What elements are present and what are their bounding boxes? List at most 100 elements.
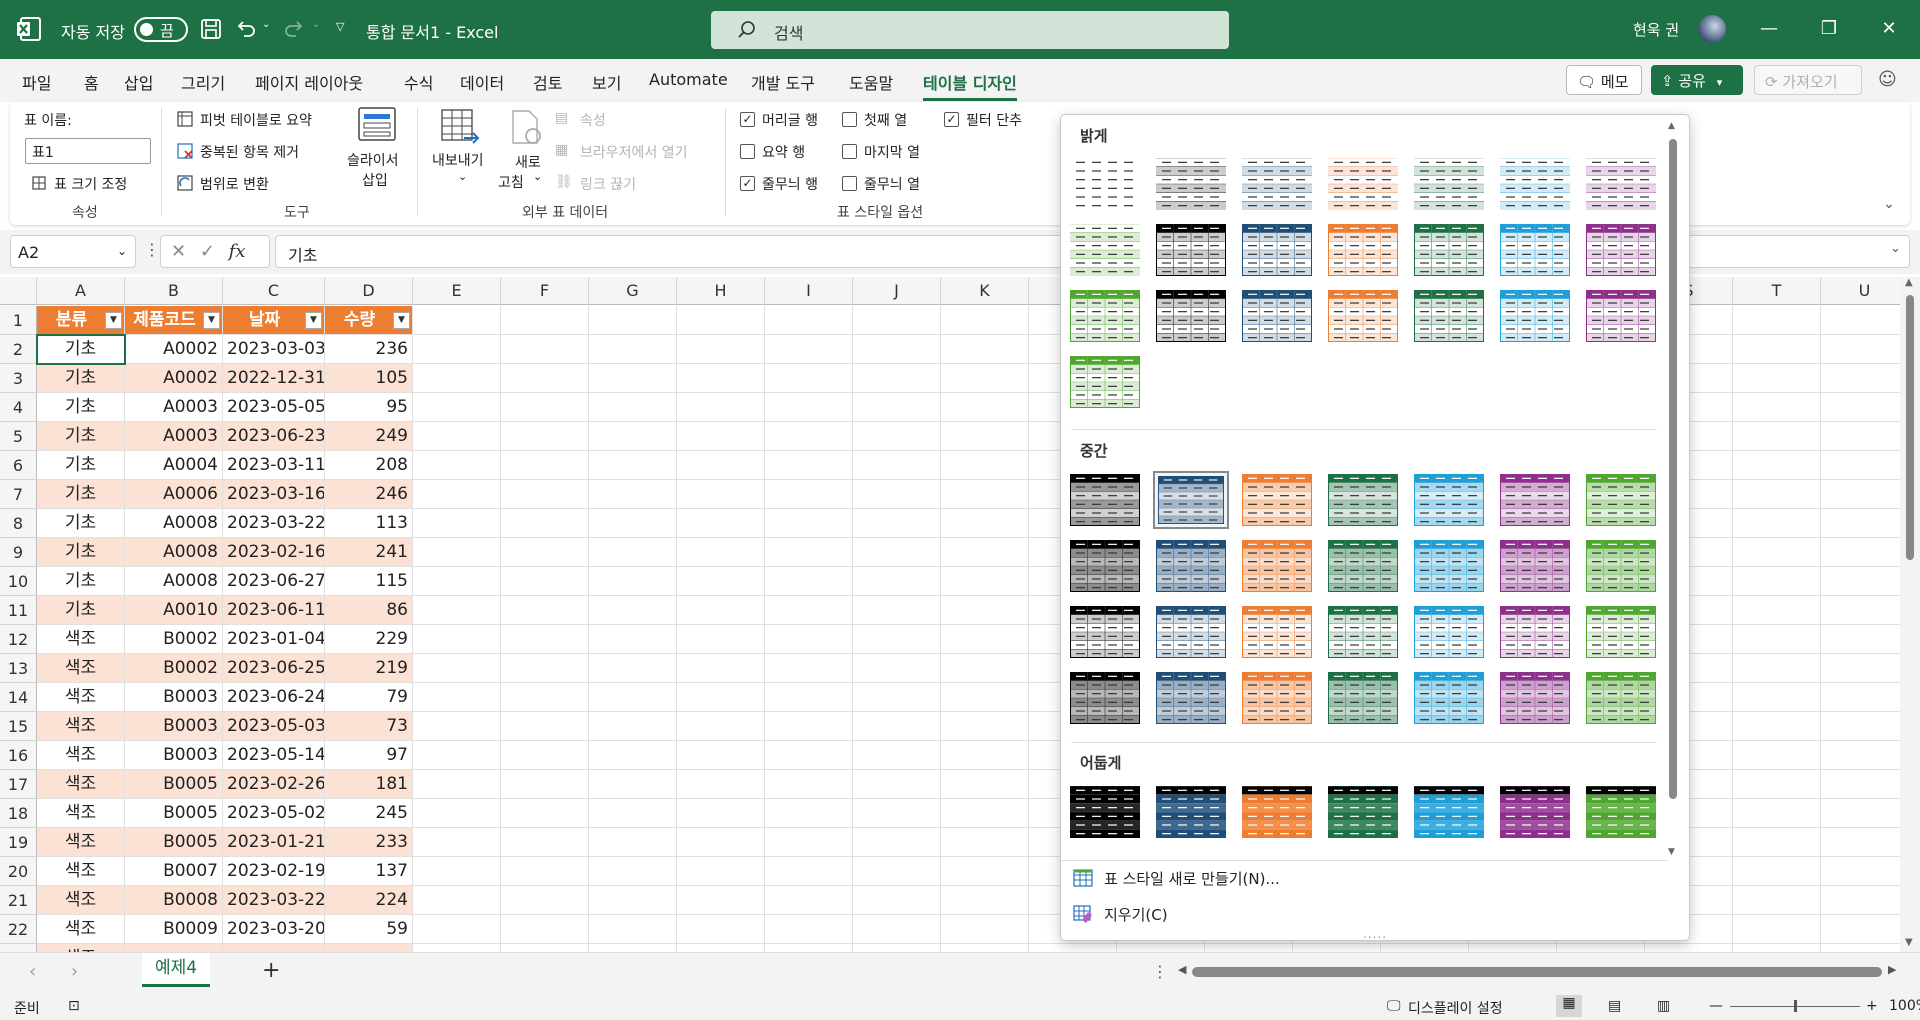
table-style-swatch[interactable] <box>1153 669 1229 727</box>
empty-cell[interactable] <box>413 451 501 480</box>
table-cell[interactable]: 236 <box>325 335 413 364</box>
table-cell[interactable]: B0003 <box>125 683 223 712</box>
row-header[interactable]: 17 <box>0 770 37 799</box>
empty-cell[interactable] <box>765 944 853 952</box>
sheet-tab[interactable]: 예제4 <box>142 953 210 987</box>
empty-cell[interactable] <box>853 799 941 828</box>
empty-cell[interactable] <box>1821 422 1900 451</box>
row-header[interactable]: 15 <box>0 712 37 741</box>
empty-cell[interactable] <box>413 596 501 625</box>
empty-cell[interactable] <box>941 393 1029 422</box>
table-cell[interactable]: 79 <box>325 683 413 712</box>
table-cell[interactable]: 2023-03-22 <box>223 509 325 538</box>
empty-cell[interactable] <box>941 480 1029 509</box>
table-style-swatch[interactable] <box>1239 603 1315 661</box>
empty-cell[interactable] <box>1733 915 1821 944</box>
empty-cell[interactable] <box>677 625 765 654</box>
table-style-swatch[interactable] <box>1325 783 1401 841</box>
table-style-swatch[interactable] <box>1239 783 1315 841</box>
avatar[interactable] <box>1698 15 1726 43</box>
empty-cell[interactable] <box>1821 306 1900 335</box>
empty-cell[interactable] <box>1821 915 1900 944</box>
table-cell[interactable]: 2023-02-16 <box>223 538 325 567</box>
pivot-summary-button[interactable]: 피벗 테이블로 요약 <box>200 110 312 130</box>
empty-cell[interactable] <box>1733 364 1821 393</box>
empty-cell[interactable] <box>941 741 1029 770</box>
column-header[interactable]: F <box>501 277 589 305</box>
empty-cell[interactable] <box>501 306 589 335</box>
fetch-button[interactable]: ⟳ 가져오기 <box>1754 65 1862 95</box>
empty-cell[interactable] <box>1733 538 1821 567</box>
table-cell[interactable]: A0002 <box>125 335 223 364</box>
table-cell[interactable]: 2023-03-22 <box>223 886 325 915</box>
table-style-swatch[interactable] <box>1067 155 1143 213</box>
empty-cell[interactable] <box>589 393 677 422</box>
table-cell[interactable]: A0008 <box>125 509 223 538</box>
enter-icon[interactable]: ✓ <box>200 241 215 262</box>
table-cell[interactable]: B0003 <box>125 712 223 741</box>
table-style-swatch[interactable] <box>1067 471 1143 529</box>
empty-cell[interactable] <box>413 770 501 799</box>
table-cell[interactable]: 241 <box>325 538 413 567</box>
table-style-swatch[interactable] <box>1239 537 1315 595</box>
table-cell[interactable]: 2023-06-23 <box>223 422 325 451</box>
empty-cell[interactable] <box>589 625 677 654</box>
table-style-swatch[interactable] <box>1497 669 1573 727</box>
row-header[interactable]: 6 <box>0 451 37 480</box>
empty-cell[interactable] <box>941 422 1029 451</box>
row-header[interactable]: 13 <box>0 654 37 683</box>
table-cell[interactable]: 2023-02-26 <box>223 770 325 799</box>
tab-page-layout[interactable]: 페이지 레이아웃 <box>255 70 363 94</box>
empty-cell[interactable] <box>853 915 941 944</box>
table-cell[interactable]: B0009 <box>125 915 223 944</box>
refresh-label-1[interactable]: 새로 <box>515 152 541 172</box>
table-style-swatch[interactable] <box>1411 221 1487 279</box>
filter-dropdown-icon[interactable]: ▼ <box>203 312 220 329</box>
empty-cell[interactable] <box>1733 857 1821 886</box>
empty-cell[interactable] <box>501 770 589 799</box>
empty-cell[interactable] <box>1821 596 1900 625</box>
remove-duplicates-button[interactable]: 중복된 항목 제거 <box>200 142 299 162</box>
empty-cell[interactable] <box>589 654 677 683</box>
table-cell[interactable] <box>325 944 413 952</box>
table-style-swatch[interactable] <box>1153 537 1229 595</box>
row-header[interactable]: 10 <box>0 567 37 596</box>
table-style-swatch[interactable] <box>1067 353 1143 411</box>
search-box[interactable]: 검색 <box>711 11 1229 49</box>
table-style-swatch[interactable] <box>1239 669 1315 727</box>
empty-cell[interactable] <box>501 509 589 538</box>
table-style-swatch[interactable] <box>1153 471 1229 529</box>
table-style-swatch[interactable] <box>1411 669 1487 727</box>
empty-cell[interactable] <box>589 683 677 712</box>
filter-dropdown-icon[interactable]: ▼ <box>305 312 322 329</box>
empty-cell[interactable] <box>677 683 765 712</box>
tab-insert[interactable]: 삽입 <box>124 70 153 94</box>
empty-cell[interactable] <box>1117 944 1205 952</box>
scroll-down-icon[interactable]: ▼ <box>1905 937 1913 948</box>
empty-cell[interactable] <box>501 828 589 857</box>
table-cell[interactable]: 2023-01-21 <box>223 828 325 857</box>
empty-cell[interactable] <box>1733 799 1821 828</box>
empty-cell[interactable] <box>1821 538 1900 567</box>
empty-cell[interactable] <box>853 944 941 952</box>
new-table-style-menu-item[interactable]: 표 스타일 새로 만들기(N)... <box>1073 868 1280 889</box>
zoom-out-icon[interactable]: — <box>1709 998 1723 1014</box>
table-cell[interactable]: 97 <box>325 741 413 770</box>
tab-developer[interactable]: 개발 도구 <box>751 70 815 94</box>
table-style-swatch[interactable] <box>1497 221 1573 279</box>
empty-cell[interactable] <box>1821 886 1900 915</box>
empty-cell[interactable] <box>853 335 941 364</box>
banded-rows-checkbox[interactable]: ✓ <box>740 176 755 191</box>
row-header[interactable]: 18 <box>0 799 37 828</box>
table-style-swatch[interactable] <box>1239 221 1315 279</box>
empty-cell[interactable] <box>853 422 941 451</box>
table-header-cell[interactable]: 분류 ▼ <box>37 306 125 335</box>
table-cell[interactable]: 181 <box>325 770 413 799</box>
column-header[interactable]: D <box>325 277 413 305</box>
table-style-swatch[interactable] <box>1411 603 1487 661</box>
empty-cell[interactable] <box>1733 393 1821 422</box>
empty-cell[interactable] <box>765 596 853 625</box>
empty-cell[interactable] <box>589 306 677 335</box>
undo-icon[interactable] <box>234 17 258 41</box>
refresh-dropdown-icon[interactable]: ⌄ <box>533 170 542 183</box>
